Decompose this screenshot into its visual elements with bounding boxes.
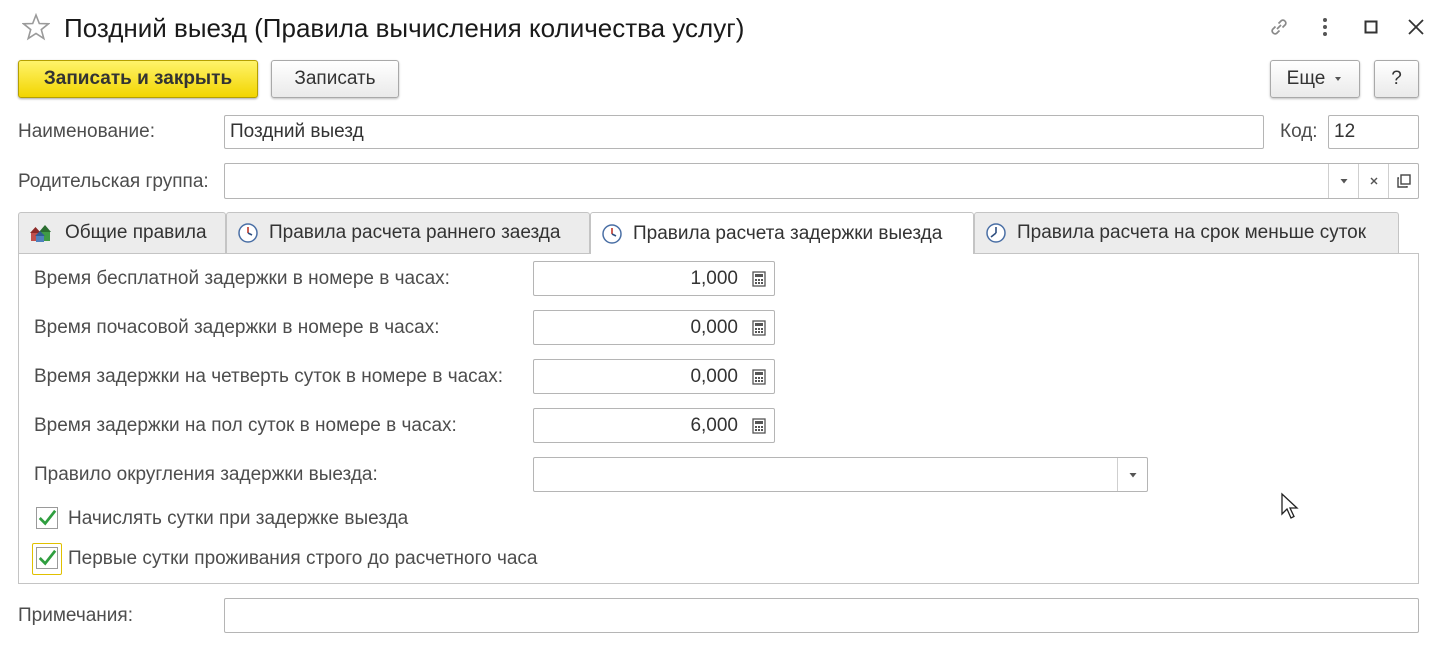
rounding-rule-field[interactable] <box>533 457 1148 492</box>
code-label: Код: <box>1280 121 1318 142</box>
quarter-day-field[interactable]: 0,000 <box>533 359 775 394</box>
parent-group-clear-button[interactable] <box>1358 164 1388 198</box>
houses-icon <box>30 225 51 242</box>
chevron-down-icon <box>1340 179 1347 184</box>
name-value: Поздний выезд <box>230 121 364 142</box>
checkmark-icon <box>38 509 57 526</box>
tab-late-checkout-rules-label: Правила расчета задержки выезда <box>633 222 943 244</box>
free-delay-value: 1,000 <box>690 267 738 289</box>
code-field[interactable]: 12 <box>1328 115 1419 149</box>
calculator-icon <box>752 368 766 385</box>
maximize-icon[interactable] <box>1358 14 1384 40</box>
more-button[interactable]: Еще <box>1270 60 1360 98</box>
hourly-delay-value: 0,000 <box>690 316 738 338</box>
calculator-button[interactable] <box>744 262 774 295</box>
free-delay-label: Время бесплатной задержки в номере в час… <box>34 268 450 289</box>
open-form-icon <box>1396 174 1411 188</box>
clear-icon <box>1370 177 1377 185</box>
charge-day-checkbox[interactable] <box>36 507 58 529</box>
tab-late-checkout-rules[interactable]: Правила расчета задержки выезда <box>590 212 974 254</box>
more-vertical-icon[interactable] <box>1312 14 1338 40</box>
save-and-close-button[interactable]: Записать и закрыть <box>18 60 258 98</box>
more-button-label: Еще <box>1286 68 1326 89</box>
checkmark-icon <box>38 549 57 566</box>
mouse-cursor-icon <box>1281 492 1299 519</box>
clock-icon <box>238 223 258 243</box>
name-field[interactable]: Поздний выезд <box>224 115 1264 149</box>
charge-day-label: Начислять сутки при задержке выезда <box>68 508 409 529</box>
quarter-day-label: Время задержки на четверть суток в номер… <box>34 366 504 387</box>
tab-general-rules[interactable]: Общие правила <box>18 212 226 253</box>
calculator-button[interactable] <box>744 409 774 442</box>
caret-down-icon <box>1335 77 1342 81</box>
first-day-strict-checkbox[interactable] <box>36 547 58 569</box>
notes-label: Примечания: <box>18 605 133 626</box>
calculator-icon <box>752 319 766 336</box>
hourly-delay-label: Время почасовой задержки в номере в часа… <box>34 317 440 338</box>
save-button[interactable]: Записать <box>271 60 399 98</box>
tab-early-checkin-rules-label: Правила расчета раннего заезда <box>269 222 561 243</box>
notes-field[interactable] <box>224 598 1419 633</box>
parent-group-label: Родительская группа: <box>18 171 209 192</box>
chevron-down-icon <box>1129 472 1136 477</box>
rounding-rule-label: Правило округления задержки выезда: <box>34 464 378 485</box>
quarter-day-value: 0,000 <box>690 365 738 387</box>
link-icon[interactable] <box>1266 14 1292 40</box>
clock-icon <box>986 223 1006 243</box>
tab-short-stay-rules-label: Правила расчета на срок меньше суток <box>1017 222 1367 243</box>
free-delay-field[interactable]: 1,000 <box>533 261 775 296</box>
tab-early-checkin-rules[interactable]: Правила расчета раннего заезда <box>226 212 590 253</box>
clock-icon <box>602 223 622 244</box>
rounding-rule-dropdown-button[interactable] <box>1117 458 1147 491</box>
code-value: 12 <box>1334 121 1356 142</box>
tab-short-stay-rules[interactable]: Правила расчета на срок меньше суток <box>974 212 1399 253</box>
help-button[interactable]: ? <box>1374 60 1419 98</box>
tab-general-rules-label: Общие правила <box>65 222 207 243</box>
calculator-button[interactable] <box>744 311 774 344</box>
first-day-strict-label: Первые сутки проживания строго до расчет… <box>68 548 538 569</box>
parent-group-dropdown-button[interactable] <box>1328 164 1358 198</box>
calculator-icon <box>752 417 766 434</box>
parent-group-field[interactable] <box>224 163 1419 199</box>
close-icon[interactable] <box>1403 14 1429 40</box>
half-day-value: 6,000 <box>690 414 738 436</box>
hourly-delay-field[interactable]: 0,000 <box>533 310 775 345</box>
half-day-field[interactable]: 6,000 <box>533 408 775 443</box>
page-title: Поздний выезд (Правила вычисления количе… <box>64 13 745 43</box>
calculator-button[interactable] <box>744 360 774 393</box>
name-label: Наименование: <box>18 121 155 142</box>
half-day-label: Время задержки на пол суток в номере в ч… <box>34 415 457 436</box>
parent-group-open-button[interactable] <box>1388 164 1418 198</box>
calculator-icon <box>752 270 766 287</box>
favorite-star-icon[interactable] <box>22 13 50 41</box>
